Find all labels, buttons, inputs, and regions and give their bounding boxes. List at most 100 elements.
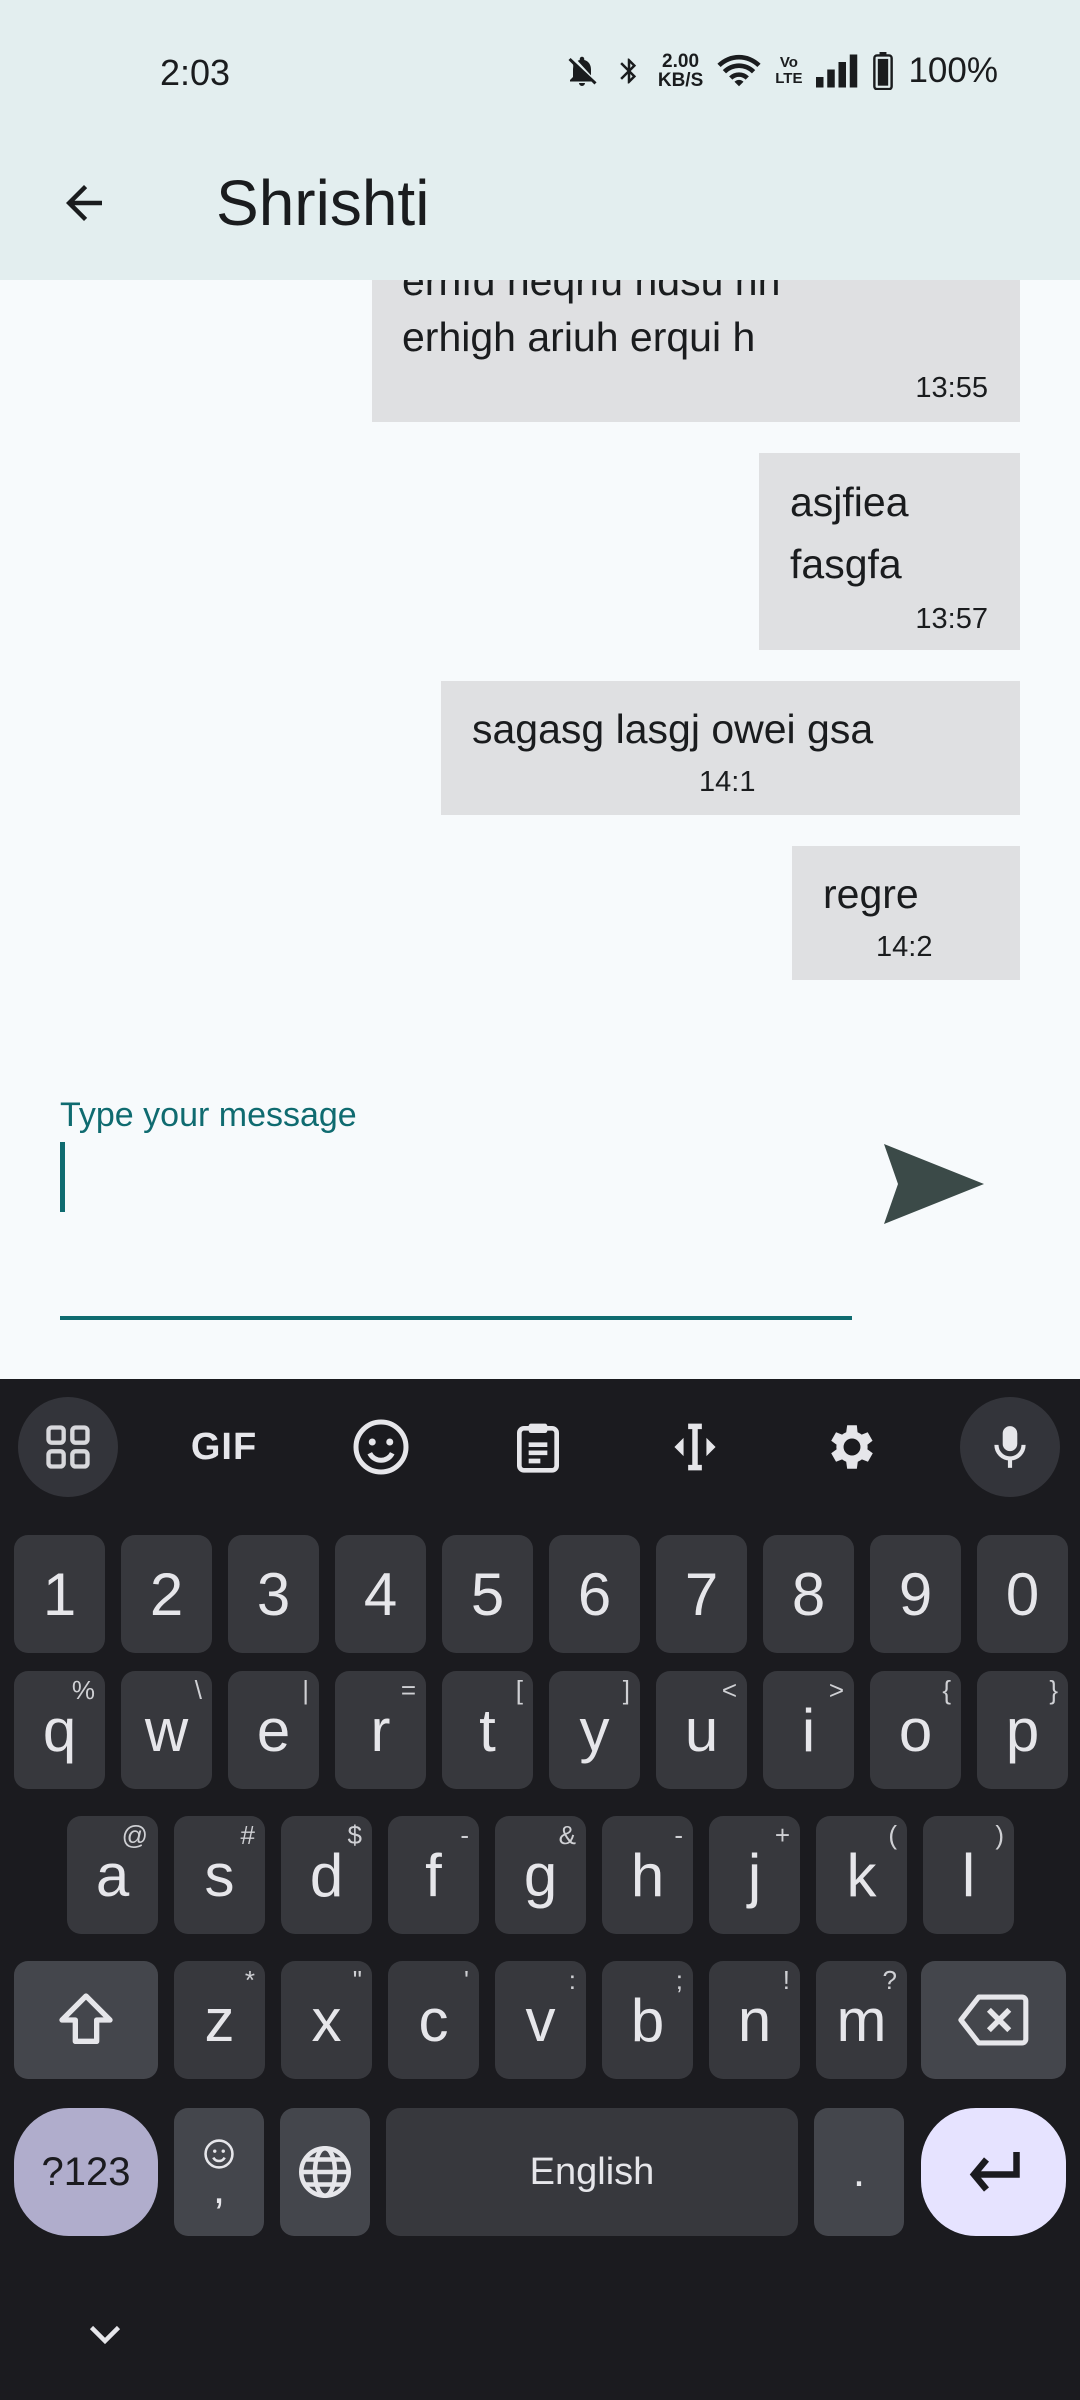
key-h[interactable]: h- [602,1816,693,1934]
key-5[interactable]: 5 [442,1535,533,1653]
key-u[interactable]: u < [656,1671,747,1789]
key-3[interactable]: 3 [228,1535,319,1653]
message-input-caret[interactable] [60,1142,65,1212]
comma-emoji-key[interactable]: , [174,2108,264,2236]
voice-input-button[interactable] [960,1397,1060,1497]
language-key[interactable] [280,2108,370,2236]
key-hint: # [240,1820,255,1850]
key-hint: \ [194,1675,202,1705]
backspace-key[interactable] [921,1961,1066,2079]
message-time: 13:55 [915,372,988,404]
key-hint: ? [882,1965,897,1995]
key-hint: | [302,1675,309,1705]
key-hint: < [721,1675,737,1705]
key-l[interactable]: l) [923,1816,1014,1934]
key-f[interactable]: f- [388,1816,479,1934]
key-g[interactable]: g & [495,1816,586,1934]
key-n[interactable]: n! [709,1961,800,2079]
app-bar: Shrishti [0,145,1080,280]
hide-keyboard-button[interactable] [80,2310,130,2360]
message-bubble[interactable]: asjfiea fasgfa 13:57 [759,453,1020,650]
message-bubble[interactable]: regre 14:2 [792,846,1020,980]
key-o[interactable]: o{ [870,1671,961,1789]
key-i[interactable]: i > [763,1671,854,1789]
volte-indicator: Vo LTE [775,54,803,87]
emoji-icon [353,1419,409,1475]
key-v[interactable]: v: [495,1961,586,2079]
period-key[interactable]: . [814,2108,904,2236]
emoji-button[interactable] [331,1397,431,1497]
chevron-down-icon [89,2325,121,2345]
message-time: 14:1 [699,766,756,798]
key-hint: @ [121,1820,148,1850]
key-label: h [630,1841,665,1909]
key-label: z [204,1986,235,2054]
key-label: 2 [149,1560,184,1628]
key-8[interactable]: 8 [763,1535,854,1653]
key-label: u [684,1696,719,1764]
key-d[interactable]: d $ [281,1816,372,1934]
clipboard-button[interactable] [488,1397,588,1497]
cursor-control-button[interactable] [645,1397,745,1497]
space-key[interactable]: English [386,2108,798,2236]
message-input-label: Type your message [60,1096,357,1134]
key-hint: $ [347,1820,362,1850]
shift-key[interactable] [14,1961,158,2079]
key-hint: & [558,1820,576,1850]
message-input[interactable] [60,1316,852,1320]
message-list[interactable]: erhfd heqrfu hdsu hh erhigh ariuh erqui … [0,280,1080,1050]
status-icons: 2.00 KB/S Vo LTE 100% [564,46,998,96]
key-t[interactable]: t[ [442,1671,533,1789]
settings-button[interactable] [802,1397,902,1497]
key-1[interactable]: 1 [14,1535,105,1653]
key-c[interactable]: c ' [388,1961,479,2079]
key-q[interactable]: q% [14,1671,105,1789]
key-label: 6 [577,1560,612,1628]
message-bubble[interactable]: erhfd heqrfu hdsu hh erhigh ariuh erqui … [372,280,1020,422]
key-label: s [204,1841,235,1909]
bell-off-icon [564,53,600,89]
key-s[interactable]: s # [174,1816,265,1934]
key-6[interactable]: 6 [549,1535,640,1653]
key-label: k [846,1841,877,1909]
key-b[interactable]: b; [602,1961,693,2079]
key-hint: ( [888,1820,897,1850]
send-button[interactable] [878,1134,998,1234]
gif-button[interactable]: GIF [174,1397,274,1497]
key-hint: ! [782,1965,790,1995]
key-label: 7 [684,1560,719,1628]
symbols-key[interactable]: ?123 [14,2108,158,2236]
key-p[interactable]: p} [977,1671,1068,1789]
key-label: j [747,1841,762,1909]
key-label: l [961,1841,976,1909]
key-2[interactable]: 2 [121,1535,212,1653]
key-j[interactable]: j + [709,1816,800,1934]
key-label: 3 [256,1560,291,1628]
bluetooth-icon [614,53,644,89]
enter-key[interactable] [921,2108,1066,2236]
arrow-back-icon [66,185,102,221]
key-r[interactable]: r = [335,1671,426,1789]
key-hint: % [71,1675,95,1705]
back-button[interactable] [48,167,120,239]
key-m[interactable]: m? [816,1961,907,2079]
key-a[interactable]: a @ [67,1816,158,1934]
key-7[interactable]: 7 [656,1535,747,1653]
key-x[interactable]: x " [281,1961,372,2079]
key-label: p [1005,1696,1040,1764]
key-y[interactable]: y] [549,1671,640,1789]
key-label: b [630,1986,665,2054]
key-0[interactable]: 0 [977,1535,1068,1653]
gif-icon: GIF [190,1425,258,1468]
key-k[interactable]: k( [816,1816,907,1934]
key-hint: ' [464,1965,469,1995]
key-w[interactable]: w \ [121,1671,212,1789]
mic-icon [994,1426,1026,1468]
key-9[interactable]: 9 [870,1535,961,1653]
apps-button[interactable] [18,1397,118,1497]
key-z[interactable]: z * [174,1961,265,2079]
shift-icon [59,1993,113,2044]
message-bubble[interactable]: sagasg lasgj owei gsa 14:1 [441,681,1020,815]
key-4[interactable]: 4 [335,1535,426,1653]
key-e[interactable]: e | [228,1671,319,1789]
